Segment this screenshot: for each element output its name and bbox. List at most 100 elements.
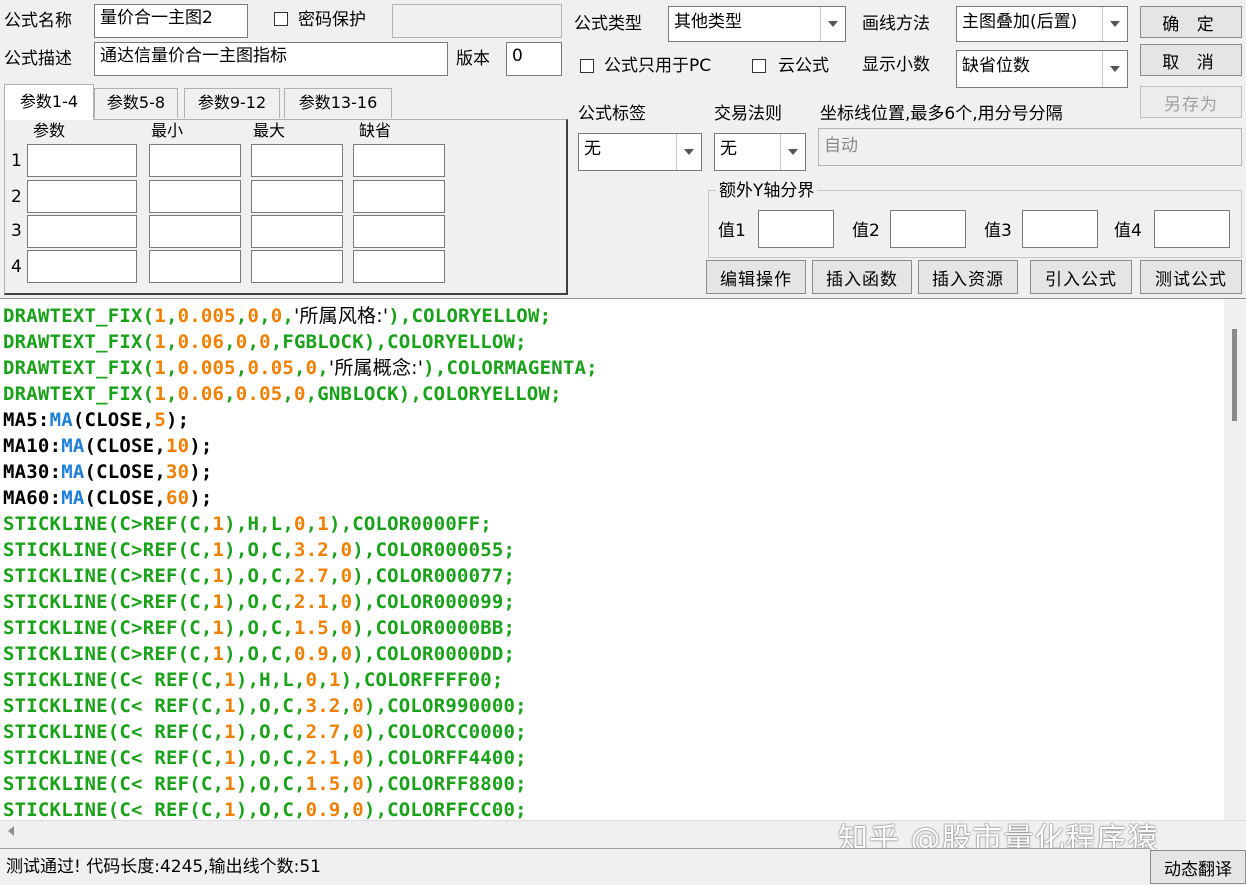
code-line: STICKLINE(C< REF(C,1),O,C,2.7,0),COLORCC…: [3, 721, 527, 743]
draw-method-value: 主图叠加(后置): [962, 12, 1078, 32]
scroll-left-icon[interactable]: [8, 826, 14, 836]
code-line: DRAWTEXT_FIX(1,0.06,0,0,FGBLOCK),COLORYE…: [3, 331, 527, 353]
chevron-down-icon: [820, 7, 845, 41]
param-3-default-input[interactable]: [353, 215, 445, 248]
vertical-scrollbar[interactable]: [1224, 299, 1246, 820]
y-value-2-input[interactable]: [890, 210, 966, 248]
insert-function-button[interactable]: 插入函数: [812, 260, 912, 294]
version-input[interactable]: 0: [506, 42, 562, 76]
pc-only-checkbox[interactable]: [580, 59, 594, 73]
param-3-max-input[interactable]: [251, 215, 343, 248]
code-line: STICKLINE(C>REF(C,1),O,C,0.9,0),COLOR000…: [3, 643, 516, 665]
save-as-button[interactable]: 另存为: [1140, 86, 1242, 118]
formula-desc-label: 公式描述: [4, 49, 72, 69]
tag-value: 无: [584, 139, 601, 159]
password-input[interactable]: [392, 4, 562, 38]
code-line: STICKLINE(C< REF(C,1),O,C,0.9,0),COLORFF…: [3, 799, 527, 820]
tab-params-5-8[interactable]: 参数5-8: [94, 88, 178, 118]
draw-method-label: 画线方法: [862, 14, 930, 34]
formula-type-label: 公式类型: [574, 14, 642, 34]
code-line: MA5:MA(CLOSE,5);: [3, 409, 190, 431]
tag-label: 公式标签: [578, 104, 646, 124]
trade-rule-select[interactable]: 无: [714, 133, 806, 171]
cancel-button[interactable]: 取 消: [1140, 44, 1242, 76]
code-line: STICKLINE(C< REF(C,1),O,C,3.2,0),COLOR99…: [3, 695, 527, 717]
param-header-max: 最大: [253, 121, 286, 140]
translate-button[interactable]: 动态翻译: [1150, 850, 1246, 884]
code-editor[interactable]: DRAWTEXT_FIX(1,0.005,0,0,'所属风格:'),COLORY…: [0, 298, 1246, 820]
param-row-number: 2: [11, 187, 22, 207]
y-value-3-input[interactable]: [1022, 210, 1098, 248]
code-line: MA60:MA(CLOSE,60);: [3, 487, 213, 509]
y-value-3-label: 值3: [984, 221, 1012, 241]
param-row-number: 3: [11, 221, 22, 241]
y-value-2-label: 值2: [852, 221, 880, 241]
pc-only-label: 公式只用于PC: [604, 56, 712, 76]
param-row-number: 4: [11, 257, 22, 277]
param-4-name-input[interactable]: [27, 250, 137, 283]
param-2-max-input[interactable]: [251, 180, 343, 213]
code-line: MA30:MA(CLOSE,30);: [3, 461, 213, 483]
param-4-min-input[interactable]: [149, 250, 241, 283]
param-3-name-input[interactable]: [27, 215, 137, 248]
param-1-name-input[interactable]: [27, 144, 137, 177]
param-2-default-input[interactable]: [353, 180, 445, 213]
tag-select[interactable]: 无: [578, 133, 702, 171]
param-3-min-input[interactable]: [149, 215, 241, 248]
param-4-default-input[interactable]: [353, 250, 445, 283]
password-checkbox[interactable]: [274, 12, 288, 26]
code-line: STICKLINE(C>REF(C,1),O,C,3.2,0),COLOR000…: [3, 539, 516, 561]
edit-ops-button[interactable]: 编辑操作: [706, 260, 806, 294]
params-panel: 参数 最小 最大 缺省 1 2 3 4: [4, 119, 568, 295]
formula-desc-input[interactable]: 通达信量价合一主图指标: [94, 42, 448, 76]
y-value-1-input[interactable]: [758, 210, 834, 248]
extra-y-axis-label: 额外Y轴分界: [716, 180, 818, 202]
code-line: DRAWTEXT_FIX(1,0.005,0,0,'所属风格:'),COLORY…: [3, 305, 552, 327]
y-value-1-label: 值1: [718, 221, 746, 241]
import-formula-button[interactable]: 引入公式: [1030, 260, 1132, 294]
param-1-default-input[interactable]: [353, 144, 445, 177]
tab-params-9-12[interactable]: 参数9-12: [184, 88, 280, 118]
axis-position-input[interactable]: 自动: [818, 128, 1242, 166]
formula-name-label: 公式名称: [4, 11, 72, 31]
tab-params-13-16[interactable]: 参数13-16: [284, 88, 392, 118]
code-line: DRAWTEXT_FIX(1,0.005,0.05,0,'所属概念:'),COL…: [3, 357, 598, 379]
code-line: STICKLINE(C< REF(C,1),H,L,0,1),COLORFFFF…: [3, 669, 504, 691]
test-formula-button[interactable]: 测试公式: [1140, 260, 1242, 294]
formula-name-input[interactable]: 量价合一主图2: [94, 4, 248, 38]
cloud-checkbox[interactable]: [752, 59, 766, 73]
code-line: STICKLINE(C>REF(C,1),O,C,1.5,0),COLOR000…: [3, 617, 516, 639]
decimals-label: 显示小数: [862, 55, 930, 75]
scrollbar-thumb[interactable]: [1232, 329, 1237, 421]
draw-method-select[interactable]: 主图叠加(后置): [956, 6, 1128, 42]
chevron-down-icon: [1102, 7, 1127, 41]
param-1-min-input[interactable]: [149, 144, 241, 177]
ok-button[interactable]: 确 定: [1140, 6, 1242, 38]
chevron-down-icon: [780, 134, 805, 170]
insert-resource-button[interactable]: 插入资源: [918, 260, 1018, 294]
code-line: DRAWTEXT_FIX(1,0.06,0.05,0,GNBLOCK),COLO…: [3, 383, 562, 405]
code-line: STICKLINE(C>REF(C,1),O,C,2.1,0),COLOR000…: [3, 591, 516, 613]
code-line: STICKLINE(C< REF(C,1),O,C,2.1,0),COLORFF…: [3, 747, 527, 769]
decimals-select[interactable]: 缺省位数: [956, 50, 1128, 88]
y-value-4-label: 值4: [1114, 221, 1142, 241]
param-header-name: 参数: [33, 121, 66, 140]
code-line: MA10:MA(CLOSE,10);: [3, 435, 213, 457]
version-label: 版本: [456, 49, 490, 69]
y-value-4-input[interactable]: [1154, 210, 1230, 248]
axis-position-label: 坐标线位置,最多6个,用分号分隔: [820, 104, 1063, 124]
code-text[interactable]: DRAWTEXT_FIX(1,0.005,0,0,'所属风格:'),COLORY…: [3, 303, 598, 820]
formula-type-select[interactable]: 其他类型: [668, 6, 846, 42]
tab-params-1-4[interactable]: 参数1-4: [4, 84, 94, 120]
chevron-down-icon: [676, 134, 701, 170]
formula-type-value: 其他类型: [674, 12, 742, 32]
param-header-default: 缺省: [359, 121, 392, 140]
param-2-name-input[interactable]: [27, 180, 137, 213]
status-text: 测试通过! 代码长度:4245,输出线个数:51: [0, 848, 1150, 884]
param-2-min-input[interactable]: [149, 180, 241, 213]
param-4-max-input[interactable]: [251, 250, 343, 283]
param-1-max-input[interactable]: [251, 144, 343, 177]
trade-rule-label: 交易法则: [714, 104, 782, 124]
param-row-number: 1: [11, 151, 22, 171]
cloud-label: 云公式: [778, 56, 829, 76]
